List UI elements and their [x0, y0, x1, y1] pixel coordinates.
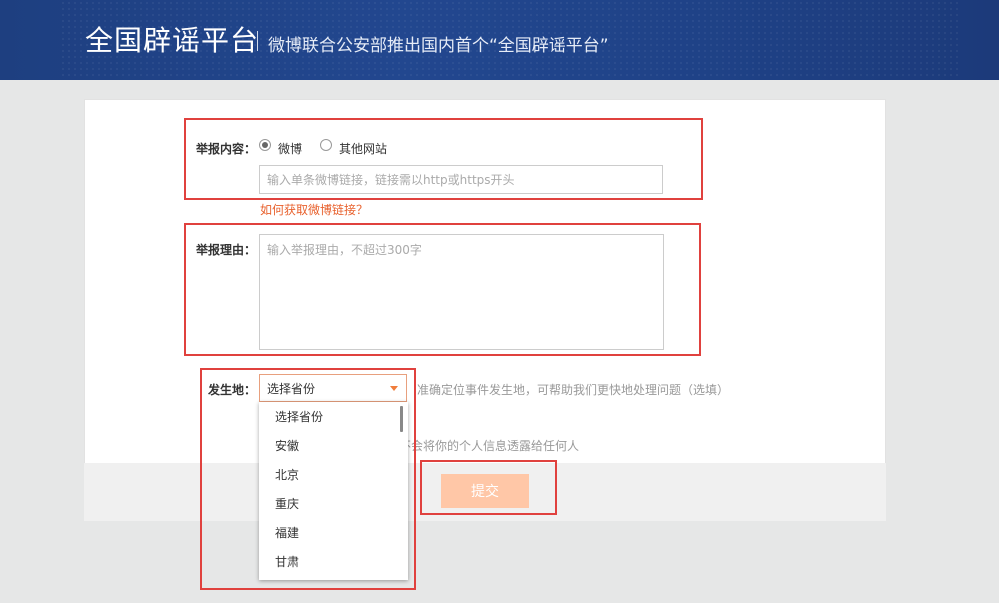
- highlight-location: [200, 368, 416, 590]
- platform-subtitle: 微博联合公安部推出国内首个“全国辟谣平台”: [268, 36, 609, 56]
- how-to-get-link[interactable]: 如何获取微博链接？: [260, 201, 368, 218]
- header-banner: 全国辟谣平台 微博联合公安部推出国内首个“全国辟谣平台”: [0, 0, 999, 80]
- highlight-submit: [420, 460, 557, 515]
- title-separator: [257, 31, 258, 51]
- location-hint: 准确定位事件发生地，可帮助我们更快地处理问题（选填）: [417, 383, 730, 397]
- highlight-report-content: [184, 118, 703, 200]
- highlight-report-reason: [184, 223, 701, 356]
- platform-title: 全国辟谣平台: [85, 24, 260, 57]
